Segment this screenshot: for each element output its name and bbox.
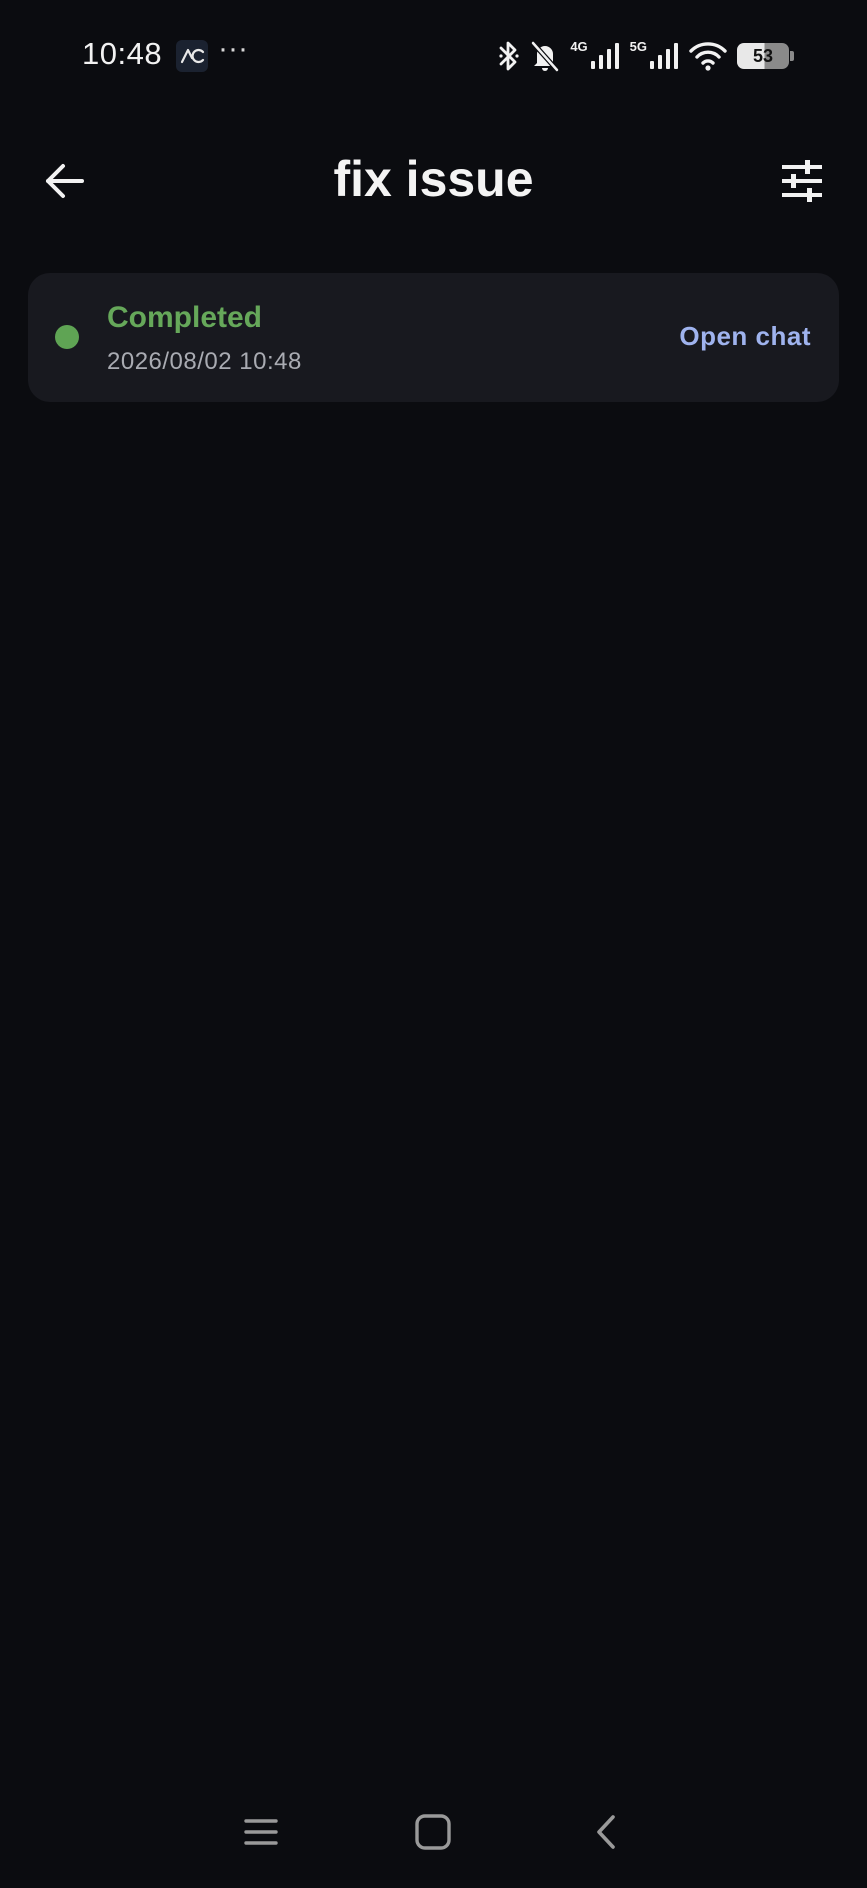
network-4g-label: 4G <box>570 38 588 54</box>
wifi-icon <box>689 42 727 71</box>
page-title: fix issue <box>333 151 534 207</box>
signal-4g-icon <box>590 43 619 69</box>
bluetooth-icon <box>499 41 519 71</box>
task-timestamp: 2026/08/02 10:48 <box>107 348 302 375</box>
task-card[interactable]: Completed 2026/08/02 10:48 Open chat <box>28 273 839 402</box>
status-bar: 10:48 ··· 4G 5G 53 <box>0 0 867 110</box>
filter-button[interactable] <box>775 154 829 208</box>
back-icon <box>597 1815 615 1849</box>
network-5g-label: 5G <box>629 38 647 54</box>
home-button[interactable] <box>409 1808 457 1856</box>
open-chat-button[interactable]: Open chat <box>679 321 811 352</box>
signal-5g-icon <box>650 43 678 69</box>
sliders-icon <box>782 160 822 202</box>
system-nav-bar <box>0 1800 867 1864</box>
battery-icon: 53 <box>737 43 794 69</box>
app-header: fix issue <box>0 140 867 220</box>
bell-off-icon <box>531 41 560 72</box>
menu-icon <box>244 1819 278 1845</box>
system-back-button[interactable] <box>582 1808 630 1856</box>
status-time: 10:48 <box>82 36 163 71</box>
task-status: Completed <box>107 301 263 334</box>
status-indicator-dot <box>55 325 79 349</box>
home-icon <box>415 1814 451 1850</box>
status-icons: 4G 5G 53 <box>498 36 794 76</box>
notification-overflow: ··· <box>218 32 248 65</box>
recents-button[interactable] <box>237 1808 285 1856</box>
battery-level: 53 <box>752 46 774 66</box>
activity-icon <box>176 40 208 72</box>
